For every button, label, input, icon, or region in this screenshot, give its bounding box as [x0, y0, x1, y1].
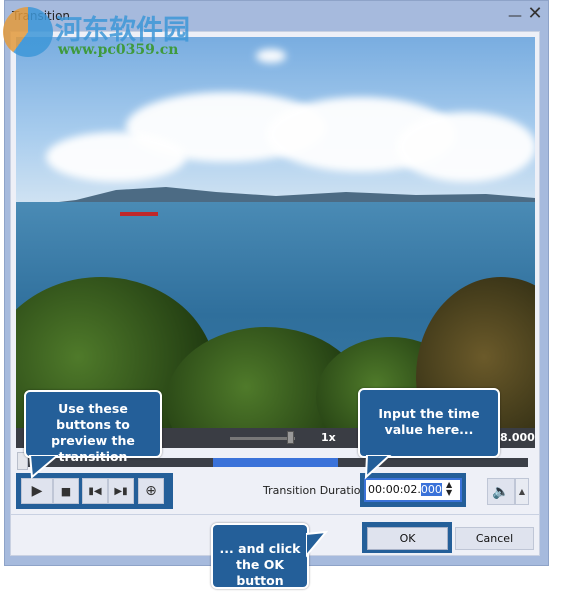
play-icon: ▶ [31, 483, 43, 499]
caret-up-icon: ▲ [518, 487, 526, 496]
callout-ok: ... and click the OK button [211, 523, 309, 589]
end-time: 8.000 [500, 431, 535, 444]
speaker-icon: 🔈 [492, 484, 510, 500]
close-icon[interactable]: ✕ [526, 5, 544, 23]
speed-slider-handle[interactable] [287, 431, 294, 444]
minimize-icon[interactable]: — [507, 8, 523, 24]
cancel-button[interactable]: Cancel [455, 527, 534, 550]
speed-slider-track[interactable] [230, 437, 295, 440]
timeline-transition-range [213, 458, 338, 467]
ok-button[interactable]: OK [367, 527, 448, 550]
stop-icon: ■ [60, 484, 72, 498]
duration-value: 00:00:02. [368, 483, 421, 496]
next-button[interactable]: ▶▮ [108, 478, 134, 504]
duration-spinner[interactable]: ▲ ▼ [446, 481, 452, 497]
previous-button[interactable]: ▮◀ [82, 478, 108, 504]
volume-dropdown[interactable]: ▲ [515, 478, 529, 505]
callout-time: Input the time value here... [358, 388, 500, 458]
zoom-button[interactable]: ⊕ [138, 478, 164, 504]
skip-back-icon: ▮◀ [88, 485, 102, 497]
watermark-logo [3, 7, 53, 57]
stop-button[interactable]: ■ [53, 478, 79, 504]
play-button[interactable]: ▶ [21, 478, 53, 504]
speed-label: 1x [321, 431, 336, 444]
skip-forward-icon: ▶▮ [114, 485, 128, 497]
divider [11, 514, 539, 515]
watermark-url: www.pc0359.cn [58, 42, 179, 58]
zoom-in-icon: ⊕ [145, 483, 157, 499]
duration-label: Transition Duration: [263, 484, 372, 497]
volume-button[interactable]: 🔈 [487, 478, 515, 505]
duration-value-selected: 000 [420, 483, 442, 496]
video-preview [16, 37, 535, 428]
callout-preview: Use these buttons to preview the transit… [24, 390, 162, 464]
